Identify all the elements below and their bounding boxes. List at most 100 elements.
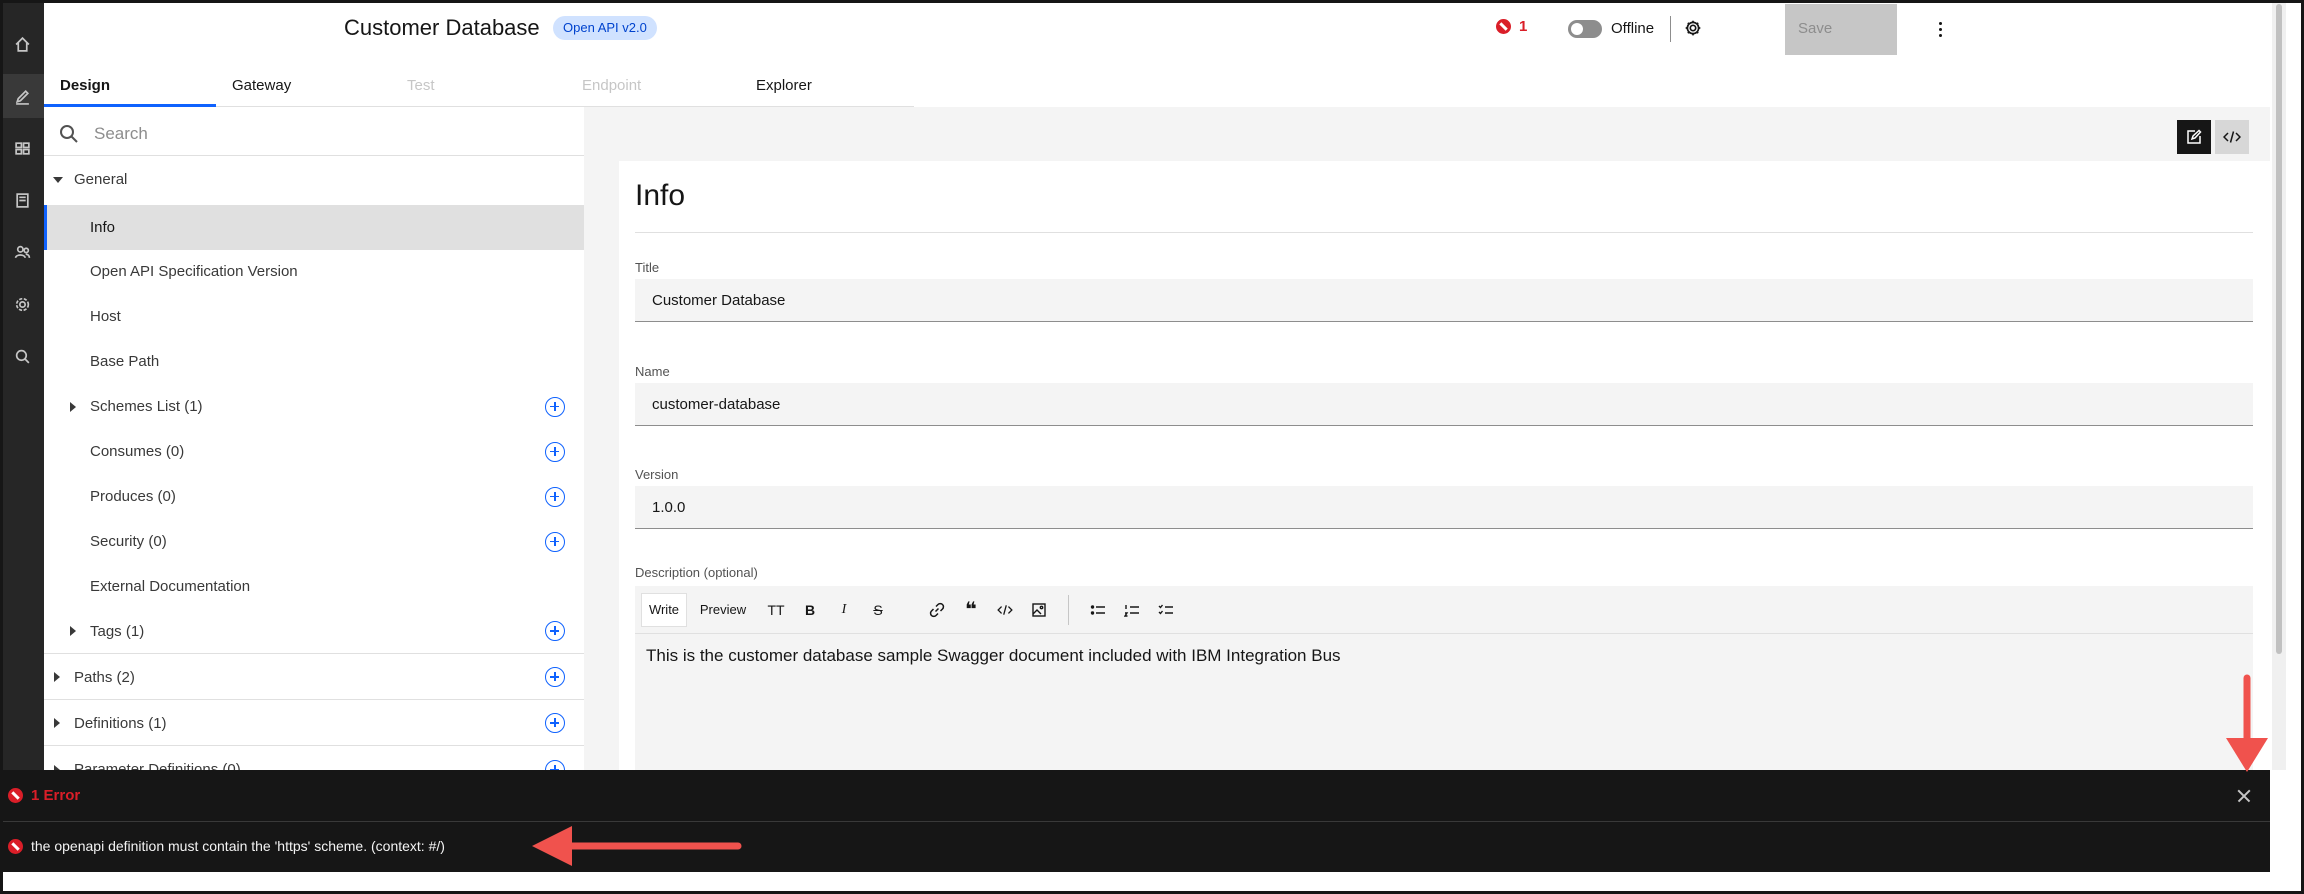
offline-label: Offline (1611, 20, 1655, 37)
tree-item-label: Host (90, 308, 121, 325)
description-textarea[interactable]: This is the customer database sample Swa… (635, 634, 2253, 770)
form-view-button[interactable] (2177, 120, 2211, 154)
tab-endpoint: Endpoint (566, 72, 740, 107)
add-security-icon[interactable] (545, 531, 565, 552)
task-list-icon[interactable] (1149, 593, 1183, 627)
home-icon[interactable] (0, 22, 44, 66)
tree-item-openapi-version[interactable]: Open API Specification Version (44, 249, 584, 294)
page-scrollbar[interactable] (2272, 0, 2286, 770)
add-schemes-icon[interactable] (545, 396, 565, 417)
error-item[interactable]: the openapi definition must contain the … (0, 822, 2270, 872)
search-icon[interactable] (0, 334, 44, 378)
error-message: the openapi definition must contain the … (31, 838, 445, 854)
edit-icon (2187, 129, 2202, 144)
apps-icon[interactable] (0, 126, 44, 170)
tab-gateway[interactable]: Gateway (216, 72, 391, 107)
tree-item-tags[interactable]: Tags (1) (44, 609, 584, 654)
add-parameter-definition-icon[interactable] (545, 759, 565, 770)
tree-item-label: External Documentation (90, 578, 251, 595)
online-toggle[interactable] (1568, 20, 1602, 38)
tree-item-label: Security (0) (90, 533, 167, 550)
tree-item-security[interactable]: Security (0) (44, 519, 584, 564)
add-definition-icon[interactable] (545, 713, 565, 733)
users-icon[interactable] (0, 230, 44, 274)
overflow-menu-icon[interactable] (1930, 18, 1950, 40)
bulleted-list-icon[interactable] (1081, 593, 1115, 627)
tree-item-external-docs[interactable]: External Documentation (44, 564, 584, 609)
tab-explorer[interactable]: Explorer (740, 72, 914, 107)
write-tab[interactable]: Write (641, 592, 687, 627)
tree-item-info[interactable]: Info (44, 205, 584, 250)
settings-icon[interactable] (0, 282, 44, 326)
tab-design[interactable]: Design (44, 72, 216, 107)
app-header: Customer Database Open API v2.0 1 Offlin… (44, 0, 2270, 58)
add-tag-icon[interactable] (545, 621, 565, 641)
tree-item-label: Base Path (90, 353, 160, 370)
strikethrough-icon[interactable]: S (861, 593, 895, 627)
tree-item-label: Consumes (0) (90, 443, 185, 460)
edit-icon[interactable] (0, 74, 44, 118)
error-icon (8, 839, 23, 854)
info-form: Info Title Customer Database Name custom… (619, 161, 2270, 770)
bold-icon[interactable]: B (793, 593, 827, 627)
title-field[interactable]: Customer Database (635, 279, 2253, 322)
tree-item-consumes[interactable]: Consumes (0) (44, 429, 584, 474)
tree-item-base-path[interactable]: Base Path (44, 339, 584, 384)
code-icon[interactable] (988, 593, 1022, 627)
toolbar-separator (1068, 594, 1069, 625)
add-produces-icon[interactable] (545, 486, 565, 507)
heading-icon[interactable]: TT (759, 593, 793, 627)
side-rail (0, 0, 44, 770)
quote-icon[interactable]: ❝ (954, 593, 988, 627)
preview-tab[interactable]: Preview (687, 593, 759, 627)
tab-test: Test (391, 72, 566, 107)
editor-panel: Info Title Customer Database Name custom… (584, 107, 2270, 770)
version-field[interactable]: 1.0.0 (635, 486, 2253, 529)
chevron-right-icon[interactable] (70, 626, 76, 636)
error-count-button[interactable]: 1 (1496, 18, 1527, 35)
title-label: Title (635, 260, 660, 275)
name-field[interactable]: customer-database (635, 383, 2253, 426)
image-icon[interactable] (1022, 593, 1056, 627)
page-title: Customer Database (344, 15, 540, 40)
error-panel-header: 1 Error (0, 770, 2270, 822)
gear-icon[interactable] (1681, 16, 1705, 40)
chevron-right-icon[interactable] (70, 401, 76, 412)
tree-item-definitions[interactable]: Definitions (1) (44, 701, 584, 746)
chevron-right-icon[interactable] (54, 718, 60, 728)
error-count: 1 (1519, 18, 1528, 35)
tree-item-produces[interactable]: Produces (0) (44, 474, 584, 519)
tree-item-label: Paths (2) (74, 668, 135, 686)
numbered-list-icon[interactable] (1115, 593, 1149, 627)
scrollbar-thumb[interactable] (2276, 4, 2282, 654)
error-panel: 1 Error the openapi definition must cont… (0, 770, 2270, 872)
error-icon (8, 788, 23, 803)
source-view-button[interactable] (2215, 120, 2249, 154)
italic-icon[interactable]: I (827, 593, 861, 627)
tree-item-paths[interactable]: Paths (2) (44, 655, 584, 700)
search-icon (60, 125, 78, 143)
tree-item-label: Info (90, 219, 116, 236)
search-input[interactable] (94, 120, 564, 148)
add-consumes-icon[interactable] (545, 441, 565, 462)
tree-item-host[interactable]: Host (44, 294, 584, 339)
save-button[interactable]: Save (1785, 4, 1897, 55)
tree-item-parameter-definitions[interactable]: Parameter Definitions (0) (44, 747, 584, 770)
chevron-down-icon[interactable] (53, 176, 63, 183)
add-path-icon[interactable] (545, 667, 565, 687)
tree-item-label: Parameter Definitions (0) (74, 761, 241, 770)
tree-item-schemes[interactable]: Schemes List (1) (44, 384, 584, 429)
error-summary: 1 Error (31, 787, 81, 804)
search-box (44, 112, 584, 156)
chevron-right-icon[interactable] (54, 672, 60, 682)
link-icon[interactable] (920, 593, 954, 627)
tree-item-general[interactable]: General (44, 157, 584, 202)
version-label: Version (635, 467, 679, 482)
code-icon (2223, 131, 2241, 143)
divider (635, 232, 2253, 233)
close-icon[interactable] (2232, 784, 2256, 808)
tree-item-label: Tags (1) (90, 622, 145, 640)
catalog-icon[interactable] (0, 178, 44, 222)
tree-item-label: Produces (0) (90, 488, 176, 505)
